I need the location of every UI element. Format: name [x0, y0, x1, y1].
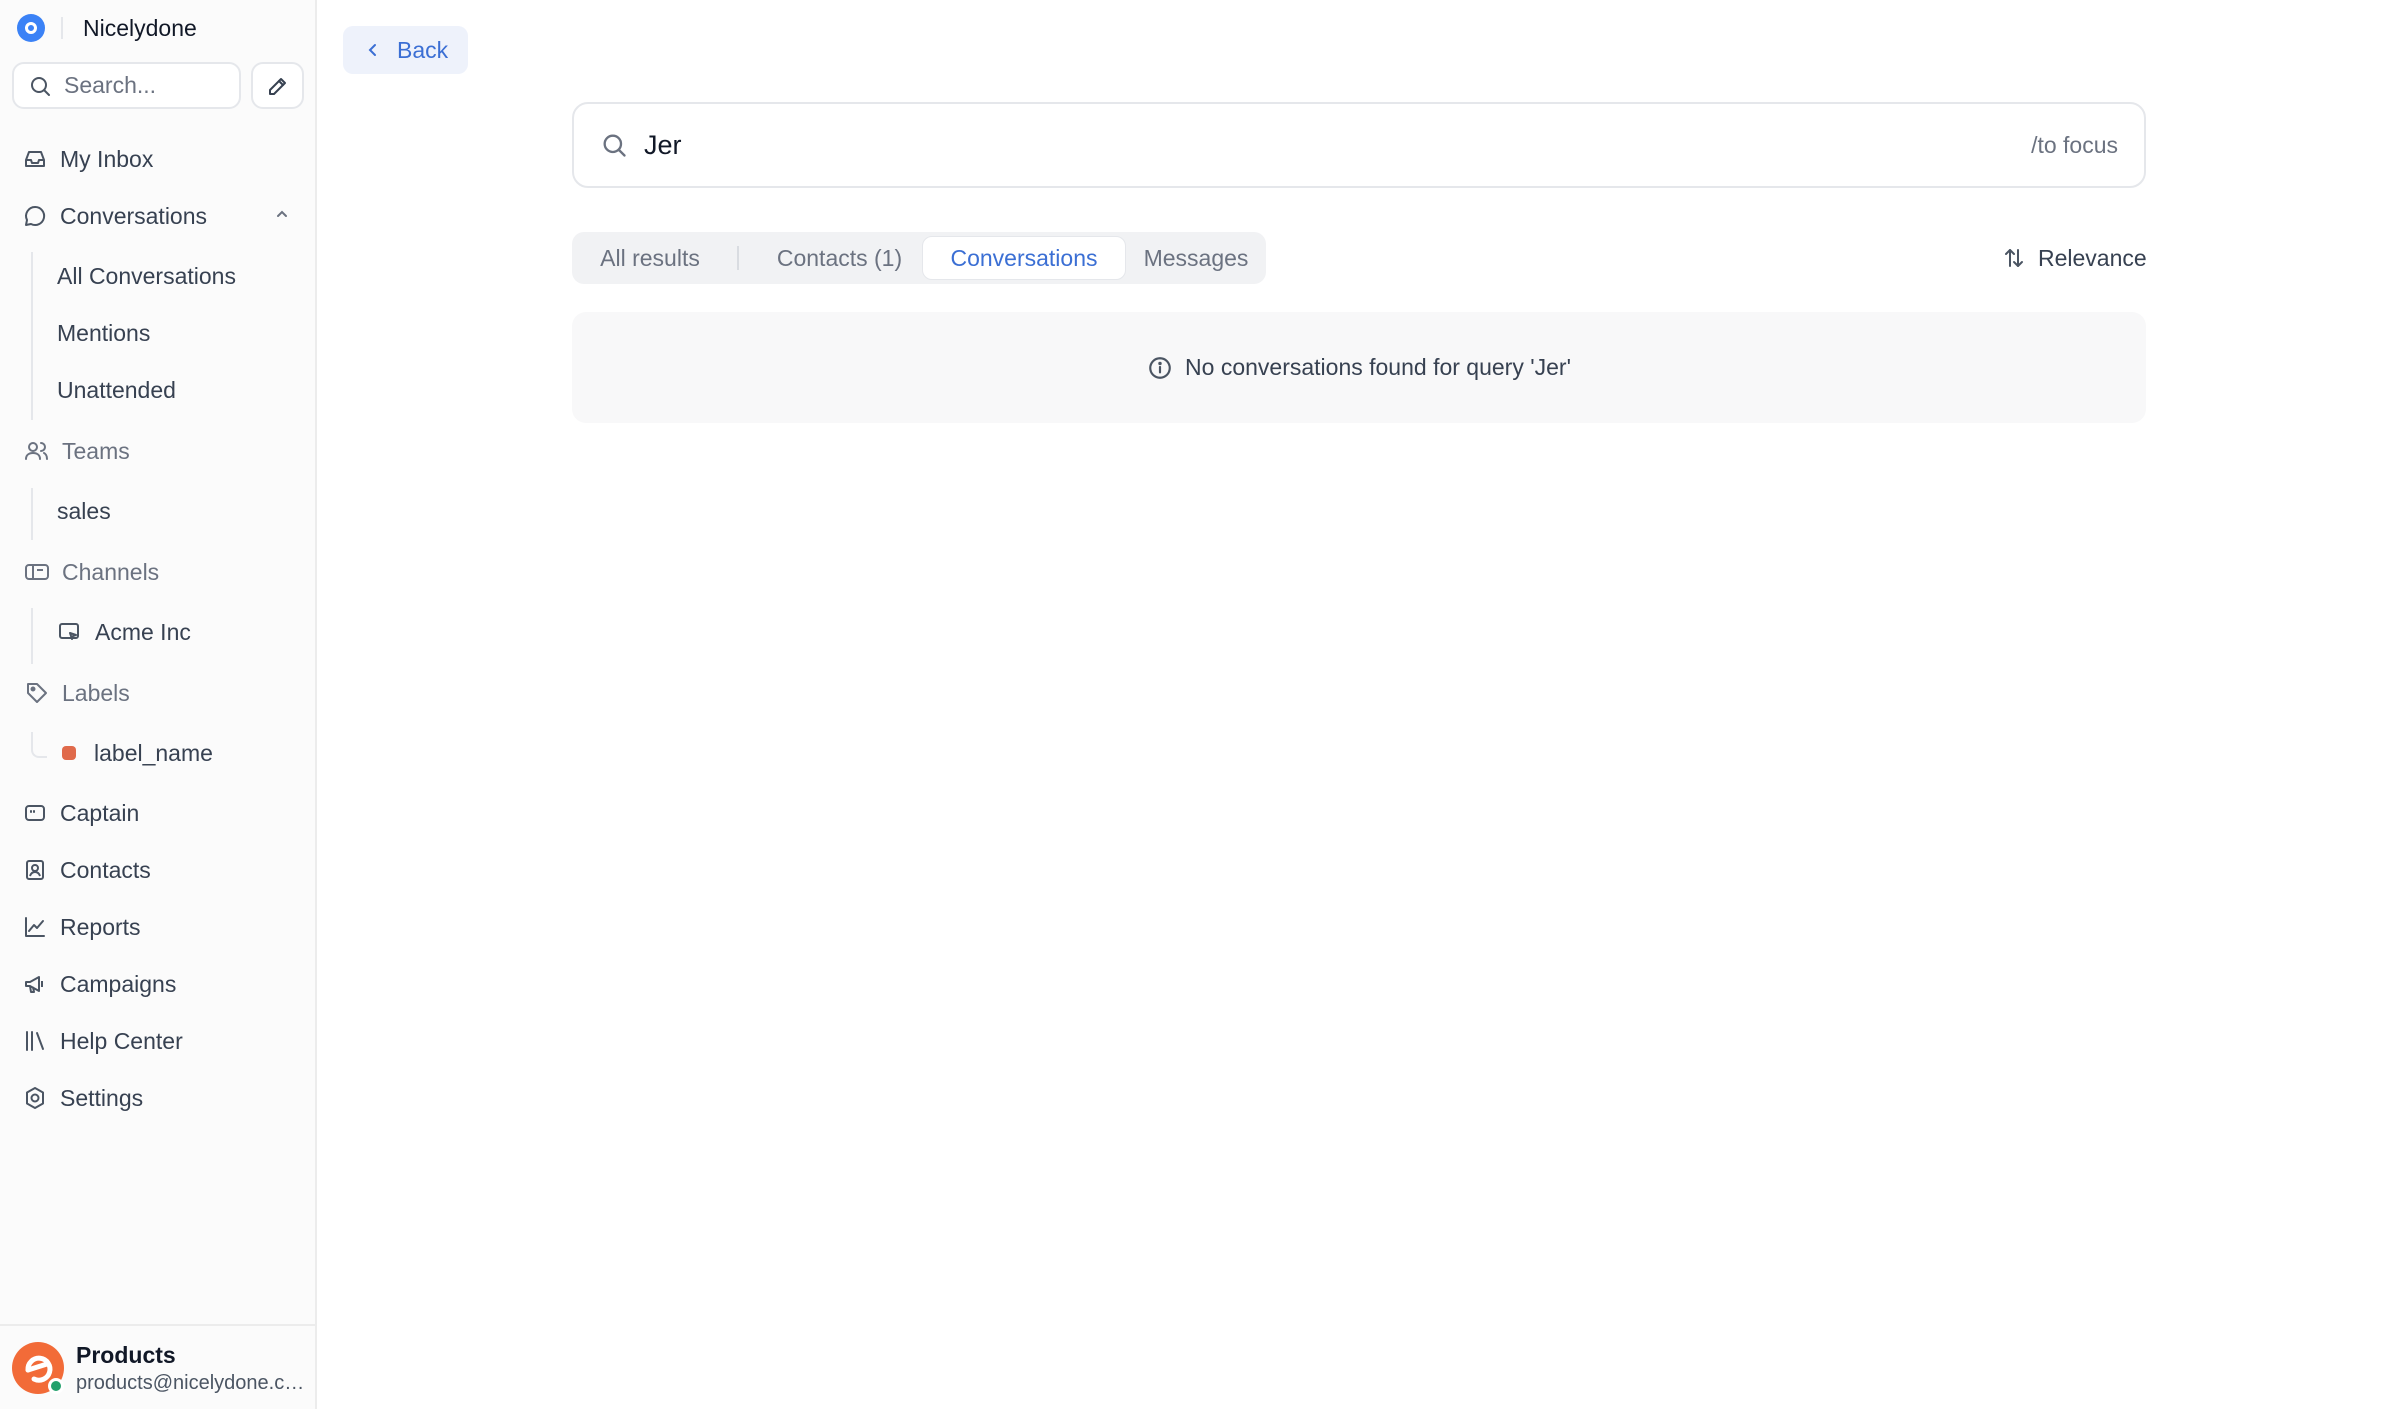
brand-logo-icon [17, 14, 45, 42]
sidebar-item-channels[interactable]: Channels [24, 555, 159, 589]
sort-dropdown[interactable]: Relevance [2002, 240, 2147, 276]
search-icon [28, 74, 52, 98]
sidebar-item-contacts[interactable]: Contacts [22, 853, 151, 887]
sidebar-item-captain[interactable]: Captain [22, 796, 139, 830]
profile-email: products@nicelydone.club [76, 1372, 306, 1394]
sidebar-item-label: Captain [60, 799, 140, 826]
empty-state-panel: No conversations found for query 'Jer' [572, 312, 2146, 423]
brand-divider [61, 17, 63, 39]
compose-button[interactable] [251, 62, 304, 109]
sidebar-item-team-sales[interactable]: sales [57, 494, 111, 528]
library-icon [22, 1028, 48, 1054]
sidebar-item-mentions[interactable]: Mentions [57, 316, 150, 350]
sidebar-item-label: Channels [62, 558, 160, 585]
tag-icon [24, 680, 50, 706]
sidebar-item-label: Acme Inc [95, 618, 191, 645]
users-icon [24, 438, 50, 464]
sidebar-item-all-conversations[interactable]: All Conversations [57, 259, 236, 293]
sidebar-search[interactable]: Search... [12, 62, 241, 109]
search-input[interactable] [644, 129, 1944, 161]
tab-separator [737, 246, 739, 270]
sidebar: Nicelydone Search... My Inbox Conversati… [0, 0, 317, 1409]
back-button-label: Back [397, 36, 449, 63]
sidebar-item-label: My Inbox [60, 145, 154, 172]
chat-bubble-icon [22, 203, 48, 229]
sidebar-item-label: Reports [60, 913, 141, 940]
channels-subtree-rail [31, 608, 33, 664]
chevron-up-icon[interactable] [274, 206, 290, 222]
pencil-icon [266, 74, 290, 98]
sidebar-item-label: Settings [60, 1084, 144, 1111]
sidebar-item-campaigns[interactable]: Campaigns [22, 967, 176, 1001]
brand-header[interactable]: Nicelydone [17, 14, 197, 42]
sidebar-item-label: Teams [62, 437, 130, 464]
back-button[interactable]: Back [343, 26, 468, 74]
tab-messages[interactable]: Messages [1128, 232, 1264, 284]
gear-icon [22, 1085, 48, 1111]
sidebar-item-my-inbox[interactable]: My Inbox [22, 142, 153, 176]
sidebar-item-label: Campaigns [60, 970, 177, 997]
label-color-dot [62, 746, 76, 760]
sort-label: Relevance [2038, 244, 2147, 271]
sidebar-item-label: Help Center [60, 1027, 183, 1054]
brand-name: Nicelydone [83, 14, 197, 41]
megaphone-icon [22, 971, 48, 997]
sidebar-item-help-center[interactable]: Help Center [22, 1024, 183, 1058]
search-shortcut-hint: /to focus [2031, 131, 2118, 158]
contact-card-icon [22, 857, 48, 883]
profile-card[interactable]: Products products@nicelydone.club [0, 1324, 317, 1409]
tab-conversations[interactable]: Conversations [922, 236, 1126, 280]
captain-icon [22, 800, 48, 826]
inbox-icon [22, 146, 48, 172]
sidebar-item-label: label_name [94, 739, 213, 766]
sidebar-item-reports[interactable]: Reports [22, 910, 141, 944]
empty-state-message: No conversations found for query 'Jer' [1185, 354, 1571, 380]
sort-arrows-icon [2002, 246, 2026, 270]
search-bar[interactable]: /to focus [572, 102, 2146, 188]
channels-icon [24, 559, 50, 585]
chart-line-icon [22, 914, 48, 940]
tab-all-results[interactable]: All results [572, 232, 728, 284]
conversations-subtree-rail [31, 252, 33, 420]
results-tabs: All results Contacts (1) Conversations M… [572, 232, 1266, 284]
sidebar-item-labels[interactable]: Labels [24, 676, 130, 710]
sidebar-item-label: Conversations [60, 202, 208, 229]
sidebar-item-label: Contacts [60, 856, 151, 883]
profile-name: Products [76, 1342, 176, 1368]
sidebar-item-label: Labels [62, 679, 130, 706]
sidebar-item-settings[interactable]: Settings [22, 1081, 143, 1115]
sidebar-item-channel-acme[interactable]: Acme Inc [57, 615, 191, 649]
labels-subtree-elbow [31, 732, 47, 758]
online-status-dot [48, 1378, 64, 1394]
sidebar-item-label-name[interactable]: label_name [62, 736, 213, 770]
sidebar-item-conversations[interactable]: Conversations [22, 199, 207, 233]
tab-contacts[interactable]: Contacts (1) [747, 232, 932, 284]
teams-subtree-rail [31, 488, 33, 540]
search-icon [600, 131, 628, 159]
sidebar-search-placeholder: Search... [64, 72, 157, 98]
sidebar-item-unattended[interactable]: Unattended [57, 373, 176, 407]
web-widget-icon [57, 620, 81, 644]
info-icon [1147, 355, 1173, 381]
sidebar-item-teams[interactable]: Teams [24, 434, 130, 468]
chevron-left-icon [365, 42, 381, 58]
